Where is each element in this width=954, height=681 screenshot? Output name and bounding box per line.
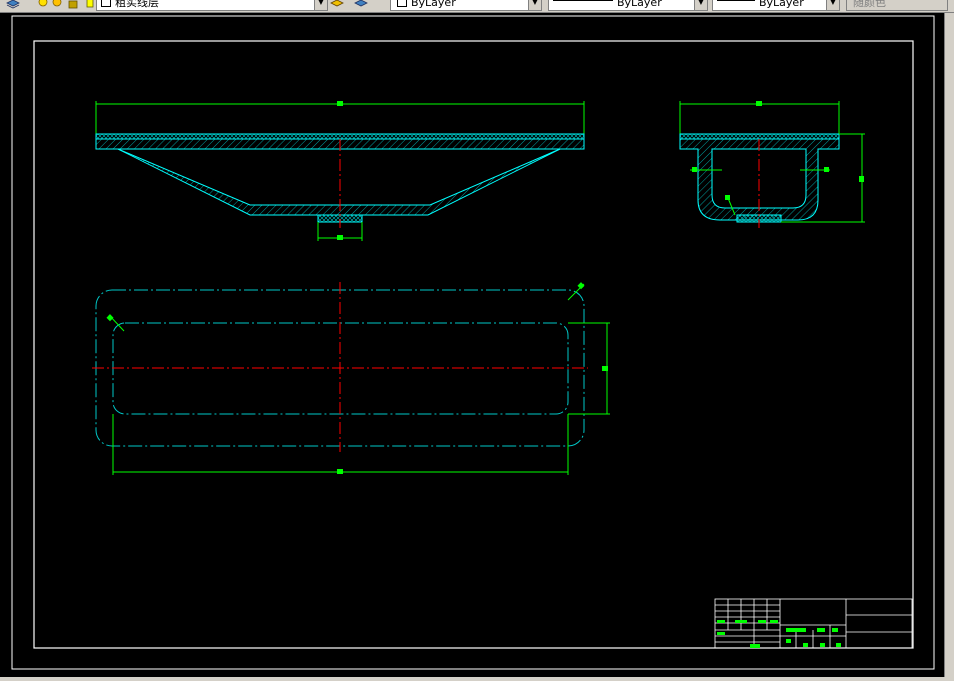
- linetype-combo[interactable]: ByLayer ▼: [548, 0, 708, 11]
- side-view: [679, 101, 865, 228]
- dimension-text: [337, 101, 343, 106]
- title-block-text: [717, 620, 841, 648]
- color-combo-value: ByLayer: [411, 0, 456, 9]
- drawing-frame: [33, 40, 914, 649]
- vertical-scrollbar[interactable]: [944, 13, 954, 677]
- drawing-canvas[interactable]: [0, 13, 944, 677]
- chevron-down-icon[interactable]: ▼: [528, 0, 541, 10]
- front-view: [95, 101, 585, 241]
- lineweight-combo-value: ByLayer: [759, 0, 804, 9]
- top-view: [92, 282, 610, 475]
- plotstyle-combo-value: 随颜色: [853, 0, 886, 9]
- plotstyle-combo: 随颜色: [846, 0, 948, 11]
- properties-toolbar: 粗实线层 ▼ ByLayer ▼ ByLayer ▼ ByLayer ▼ 随颜色: [0, 0, 954, 13]
- chevron-down-icon[interactable]: ▼: [314, 0, 327, 10]
- lightbulb-icon[interactable]: [36, 0, 50, 9]
- chevron-down-icon[interactable]: ▼: [826, 0, 839, 10]
- make-current-layer-icon[interactable]: [330, 0, 344, 9]
- sun-freeze-icon[interactable]: [50, 0, 64, 9]
- linetype-combo-value: ByLayer: [617, 0, 662, 9]
- title-block: [714, 598, 913, 649]
- lineweight-combo[interactable]: ByLayer ▼: [712, 0, 840, 11]
- paper-border: [11, 15, 935, 670]
- lock-icon[interactable]: [66, 0, 80, 9]
- layer-manager-icon[interactable]: [6, 0, 20, 9]
- layer-combo-value: 粗实线层: [115, 0, 159, 9]
- layer-previous-icon[interactable]: [354, 0, 368, 9]
- color-combo[interactable]: ByLayer ▼: [390, 0, 542, 11]
- chevron-down-icon[interactable]: ▼: [694, 0, 707, 10]
- layer-combo[interactable]: 粗实线层 ▼: [96, 0, 328, 11]
- model-space[interactable]: [0, 13, 944, 677]
